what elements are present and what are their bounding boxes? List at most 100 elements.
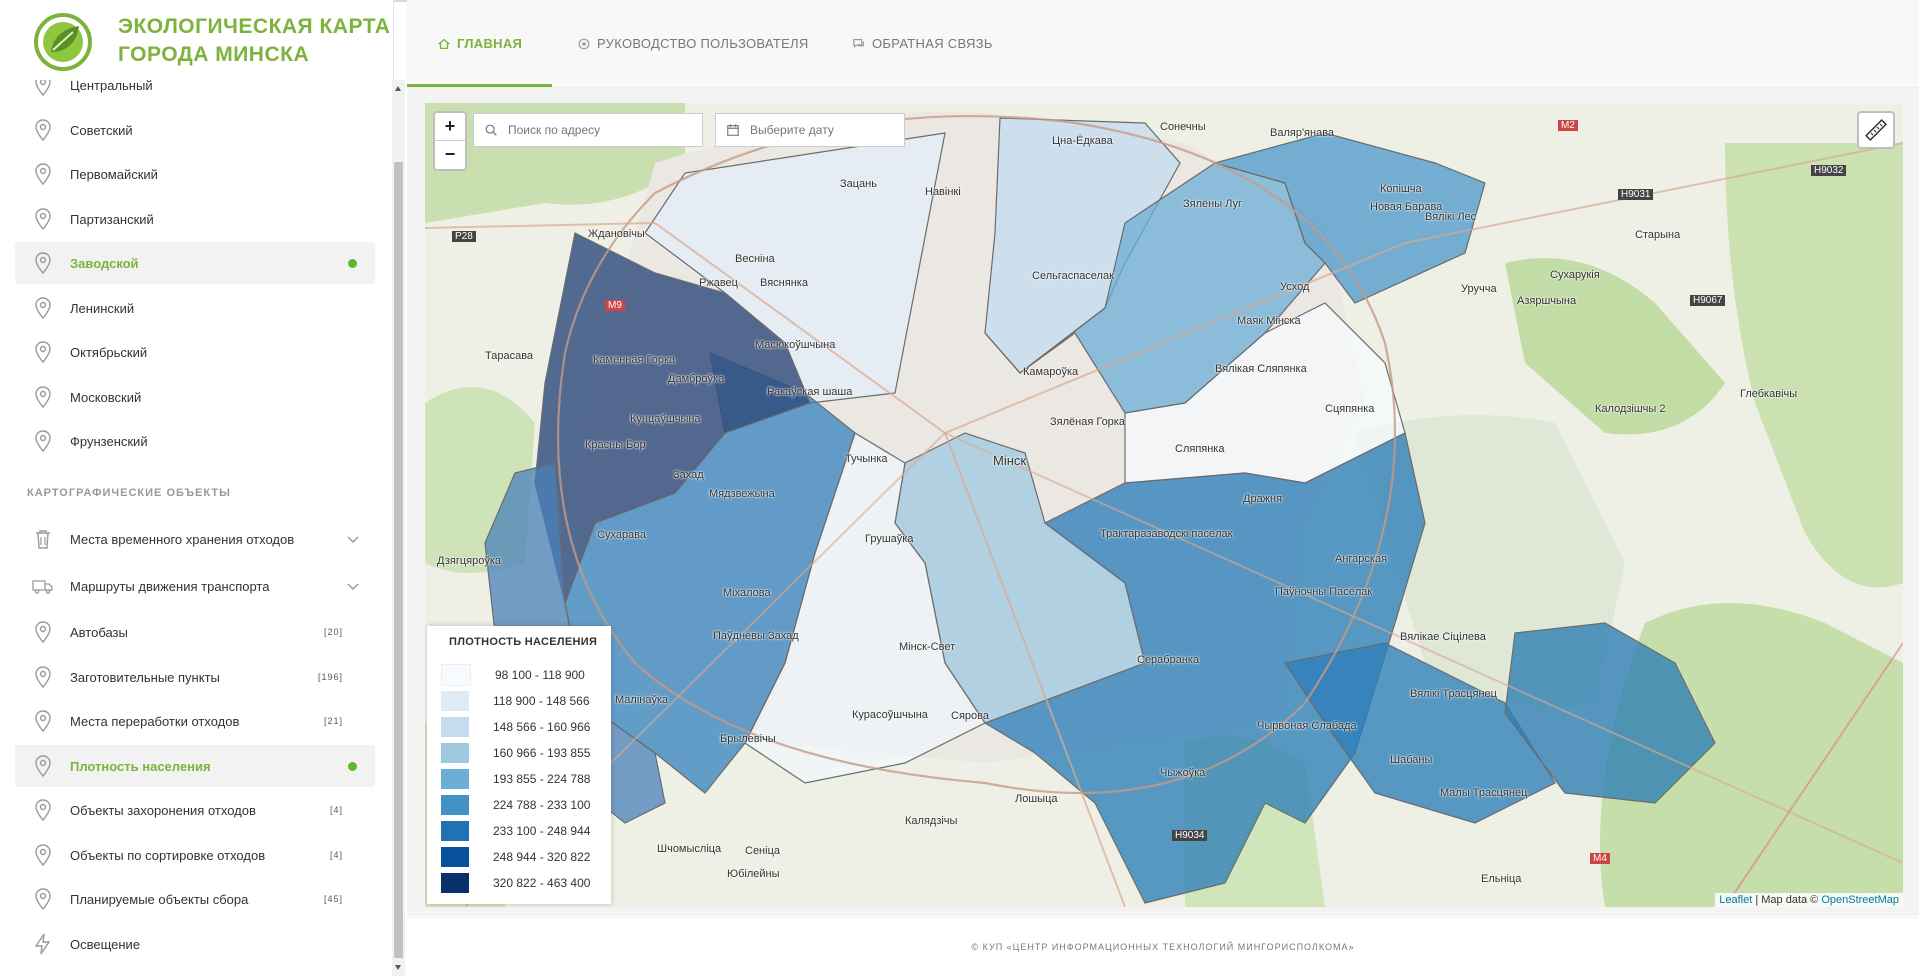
leaf-globe-icon (34, 13, 92, 71)
map-place-label: Тучынка (845, 453, 888, 465)
legend-range: 160 966 - 193 855 (493, 746, 591, 760)
map-place-label: Зялёная Горка (1050, 416, 1125, 428)
sidebar-item-label: Октябрьский (70, 344, 148, 360)
map-place-label: Трактаразаводскі пасёлак (1100, 528, 1233, 540)
map-place-label: Мядзвежына (709, 488, 775, 500)
map-place-label: Валяр'янава (1270, 127, 1335, 139)
sidebar-item-transport-routes[interactable]: Маршруты движения транспорта (15, 565, 375, 607)
sidebar-item-label: Планируемые объекты сбора (70, 891, 249, 907)
top-navigation: ГЛАВНАЯ РУКОВОДСТВО ПОЛЬЗОВАТЕЛЯ ОБРАТНА… (406, 0, 1919, 88)
sidebar-item-district[interactable]: Фрунзенский (15, 420, 375, 462)
map-pin-icon (35, 844, 51, 867)
tab-user-guide[interactable]: РУКОВОДСТВО ПОЛЬЗОВАТЕЛЯ (577, 0, 809, 87)
legend-item: 118 900 - 148 566 (441, 688, 590, 714)
lightning-icon (34, 933, 51, 955)
sidebar-item-label: Заготовительные пункты (70, 669, 220, 685)
sidebar-item-district[interactable]: Партизанский (15, 198, 375, 240)
map-place-label: Ракаўская шаша (767, 386, 853, 398)
map-place-label: Усход (1280, 281, 1310, 293)
trash-icon (36, 530, 50, 549)
sidebar-item-collection-points[interactable]: Заготовительные пункты [196] (15, 656, 375, 698)
legend-swatch (441, 664, 471, 686)
sidebar-item-lighting[interactable]: Освещение (15, 923, 375, 965)
road-shield: M4 (1590, 853, 1610, 864)
scroll-up-arrow-icon[interactable] (395, 86, 401, 91)
item-count-badge: [20] (323, 627, 343, 637)
sidebar-item-district[interactable]: Московский (15, 376, 375, 418)
sidebar-item-label: Автобазы (70, 624, 128, 640)
app-logo[interactable]: ЭКОЛОГИЧЕСКАЯ КАРТА ГОРОДА МИНСКА (0, 0, 393, 80)
sidebar-item-autobases[interactable]: Автобазы [20] (15, 611, 375, 653)
zoom-control: + − (433, 111, 467, 171)
map-place-label: Цна-Ёдкава (1052, 135, 1113, 147)
map-place-label: Кунцаўшчына (630, 413, 701, 425)
tab-feedback[interactable]: ОБРАТНАЯ СВЯЗЬ (852, 0, 993, 87)
chevron-down-icon[interactable] (345, 531, 361, 547)
section-title-cartographic: КАРТОГРАФИЧЕСКИЕ ОБЪЕКТЫ (27, 487, 231, 499)
legend-swatch (441, 821, 469, 841)
legend-range: 320 822 - 463 400 (493, 876, 591, 890)
sidebar-item-district-active[interactable]: Заводской (15, 242, 375, 284)
sidebar-item-district[interactable]: Ленинский (15, 287, 375, 329)
tab-label: РУКОВОДСТВО ПОЛЬЗОВАТЕЛЯ (597, 36, 809, 51)
scrollbar-thumb[interactable] (394, 162, 403, 958)
map-place-label: Глебкавічы (1740, 388, 1798, 400)
attribution-separator: | Map data © (1752, 894, 1822, 906)
zoom-out-button[interactable]: − (435, 141, 465, 168)
sidebar-item-waste-storage[interactable]: Места временного хранения отходов (15, 518, 375, 560)
map-place-label: Калодзішчы 2 (1595, 403, 1666, 415)
legend-item: 320 822 - 463 400 (441, 870, 590, 896)
sidebar-item-sorting-facilities[interactable]: Объекты по сортировке отходов [4] (15, 834, 375, 876)
legend-title: ПЛОТНОСТЬ НАСЕЛЕНИЯ (449, 636, 598, 648)
map-place-label: Сляпянка (1175, 443, 1225, 455)
sidebar-item-district[interactable]: Советский (15, 109, 375, 151)
map-place-label: Чырвоная Слабада (1257, 720, 1357, 732)
zoom-in-button[interactable]: + (435, 113, 465, 141)
date-picker-box (715, 113, 905, 147)
map-pin-icon (35, 297, 51, 320)
sidebar-item-label: Плотность населения (70, 758, 211, 774)
scroll-down-arrow-icon[interactable] (395, 965, 401, 970)
map-place-label: Навінкі (925, 186, 961, 198)
measure-tool-button[interactable] (1857, 111, 1895, 149)
item-count-badge: [21] (323, 716, 343, 726)
sidebar-item-label: Маршруты движения транспорта (70, 578, 270, 594)
road-shield: M2 (1558, 120, 1578, 131)
legend-range: 193 855 - 224 788 (493, 772, 591, 786)
legend-swatch (441, 873, 469, 893)
legend-range: 148 566 - 160 966 (493, 720, 591, 734)
chevron-down-icon[interactable] (345, 578, 361, 594)
address-search-input[interactable] (506, 122, 650, 138)
item-count-badge: [45] (323, 894, 343, 904)
map-pin-icon (35, 208, 51, 231)
sidebar-scrollbar[interactable] (392, 80, 405, 976)
legend-range: 98 100 - 118 900 (495, 668, 585, 682)
legend-swatch (441, 743, 469, 763)
legend-item: 160 966 - 193 855 (441, 740, 590, 766)
active-indicator-dot (348, 258, 357, 268)
map-place-label: Каменная Горка (593, 354, 676, 366)
map-place-label: Сухарукія (1550, 269, 1600, 281)
map-place-label: Шчомыслiца (657, 843, 722, 855)
leaflet-link[interactable]: Leaflet (1719, 894, 1752, 906)
map-pin-icon (35, 119, 51, 142)
sidebar-item-population-density[interactable]: Плотность населения (15, 745, 375, 787)
sidebar-item-district[interactable]: Первомайский (15, 153, 375, 195)
tab-home[interactable]: ГЛАВНАЯ (406, 0, 553, 87)
sidebar-item-planned-collection[interactable]: Планируемые объекты сбора [45] (15, 878, 375, 920)
sidebar-item-district[interactable]: Октябрьский (15, 331, 375, 373)
map-place-label: Лошыца (1015, 793, 1058, 805)
map-pin-icon (35, 799, 51, 822)
page-footer: © КУП «ЦЕНТР ИНФОРМАЦИОННЫХ ТЕХНОЛОГИЙ М… (407, 917, 1919, 977)
map-pin-icon (35, 621, 51, 644)
date-picker-input[interactable] (748, 122, 892, 138)
item-count-badge: [196] (317, 672, 343, 682)
openstreetmap-link[interactable]: OpenStreetMap (1821, 894, 1899, 906)
sidebar-item-recycling-places[interactable]: Места переработки отходов [21] (15, 700, 375, 742)
legend-swatch (441, 847, 469, 867)
map-place-label: Дзягцяроўка (437, 555, 501, 567)
map-canvas[interactable]: Ждановічы Цна-Ёдкава Сонечны Валяр'янава… (425, 103, 1903, 907)
sidebar-item-landfills[interactable]: Объекты захоронения отходов [4] (15, 789, 375, 831)
map-place-label: Старына (1635, 229, 1681, 241)
map-place-label: Сярова (951, 710, 989, 722)
